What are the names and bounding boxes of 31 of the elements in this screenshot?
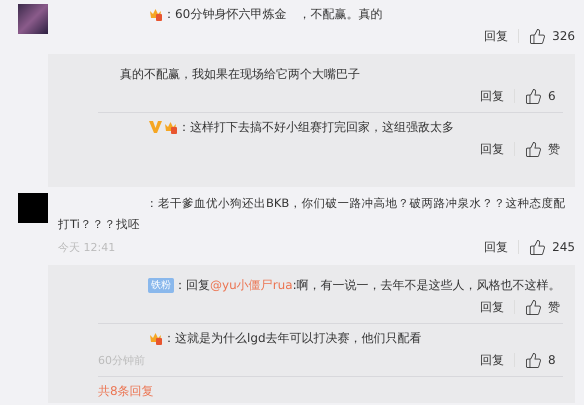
reply-link[interactable]: 回复 <box>480 352 504 368</box>
thumbs-up-icon <box>525 352 542 368</box>
comment-text: 真的不配赢，我如果在现场给它两个大嘴巴子 <box>120 66 360 83</box>
crown-icon <box>149 332 162 344</box>
reply-link[interactable]: 回复 <box>480 88 504 104</box>
like-button[interactable]: 326 <box>529 28 575 44</box>
thumbs-up-icon <box>525 140 542 158</box>
comment-text: ：这样打下去搞不好小组赛打完回家，这组强敌太多 <box>178 119 454 136</box>
thumbs-up-icon <box>525 88 542 104</box>
avatar-photo[interactable] <box>18 4 48 34</box>
verified-icon <box>149 121 162 133</box>
reply-link[interactable]: 回复 <box>484 28 508 44</box>
like-button[interactable]: 8 <box>525 352 563 368</box>
comment-text: ：60分钟身怀六甲炼金 ，不配赢。真的 <box>163 6 382 23</box>
like-button[interactable]: 赞 <box>525 140 563 158</box>
fan-badge: 铁粉 <box>148 278 174 292</box>
crown-icon <box>164 120 177 134</box>
reply-link[interactable]: 回复 <box>480 298 504 316</box>
like-button[interactable]: 赞 <box>525 298 563 316</box>
thumbs-up-icon <box>525 298 542 316</box>
reply-text: ：回复@yu小僵尸rua:啊，有一说一，去年不是这些人，风格也不这样。 <box>174 277 561 294</box>
like-button[interactable]: 6 <box>525 88 563 104</box>
thumbs-up-icon <box>529 28 546 44</box>
crown-icon <box>149 8 162 20</box>
comment-text: ：这就是为什么lgd去年可以打决赛，他们只配看 <box>163 330 422 347</box>
reply-link[interactable]: 回复 <box>484 238 508 256</box>
reply-link[interactable]: 回复 <box>480 140 504 158</box>
comment-text: ：老干爹血优小狗还出BKB，你们破一路冲高地？破两路冲泉水？？这种态度配打Ti？？？找呸 <box>58 195 566 233</box>
like-button[interactable]: 245 <box>529 238 575 256</box>
timestamp: 今天 12:41 <box>58 240 116 254</box>
thumbs-up-icon <box>529 238 546 256</box>
